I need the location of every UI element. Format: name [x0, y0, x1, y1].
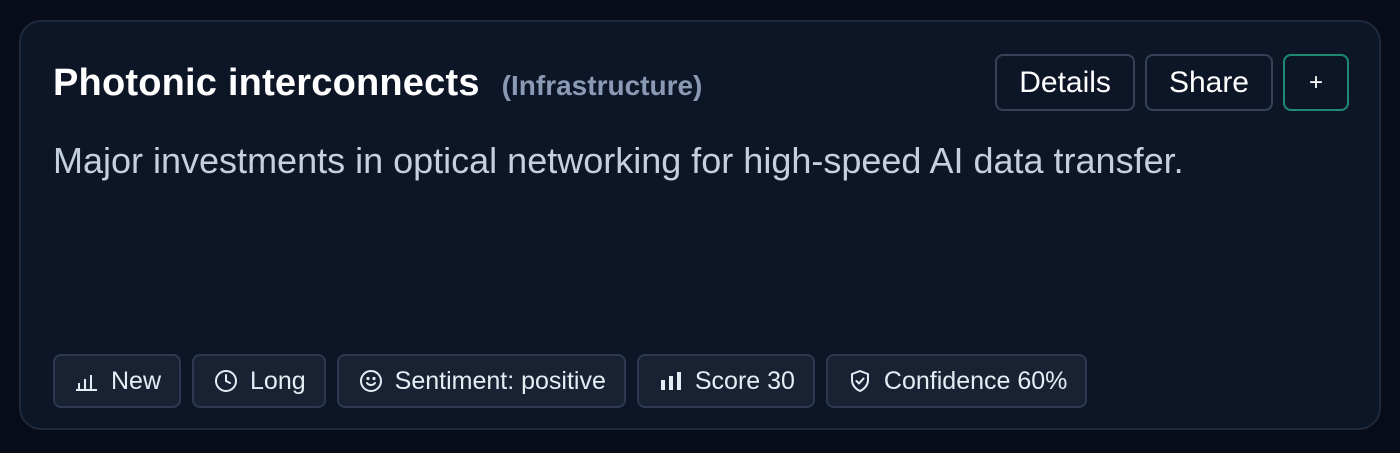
shield-check-icon — [848, 369, 872, 393]
badge-label: Confidence 60% — [883, 366, 1068, 395]
smile-icon — [359, 369, 383, 393]
badge-label: Sentiment: positive — [394, 366, 606, 395]
add-button[interactable]: + — [1283, 54, 1349, 111]
card-actions: Details Share + — [995, 54, 1349, 111]
badge-confidence: Confidence 60% — [825, 354, 1088, 408]
badge-sentiment: Sentiment: positive — [336, 354, 626, 408]
trend-card: Photonic interconnects (Infrastructure) … — [19, 20, 1381, 430]
share-button[interactable]: Share — [1144, 54, 1273, 111]
badge-label: Long — [250, 366, 306, 395]
badge-horizon: Long — [192, 354, 326, 408]
badge-score: Score 30 — [636, 354, 815, 408]
card-description: Major investments in optical networking … — [53, 140, 1184, 181]
details-button[interactable]: Details — [995, 54, 1135, 111]
card-header: Photonic interconnects (Infrastructure) — [53, 62, 702, 105]
card-title: Photonic interconnects — [53, 62, 480, 104]
card-category: (Infrastructure) — [501, 70, 703, 101]
clock-icon — [214, 369, 238, 393]
badge-label: New — [111, 366, 162, 395]
badge-row: New Long Sentiment: positive Score 30 Co… — [53, 354, 1088, 408]
bar-chart-icon — [659, 370, 683, 392]
bar-chart-low-icon — [75, 370, 99, 392]
badge-label: Score 30 — [694, 366, 795, 395]
badge-new: New — [53, 354, 182, 408]
